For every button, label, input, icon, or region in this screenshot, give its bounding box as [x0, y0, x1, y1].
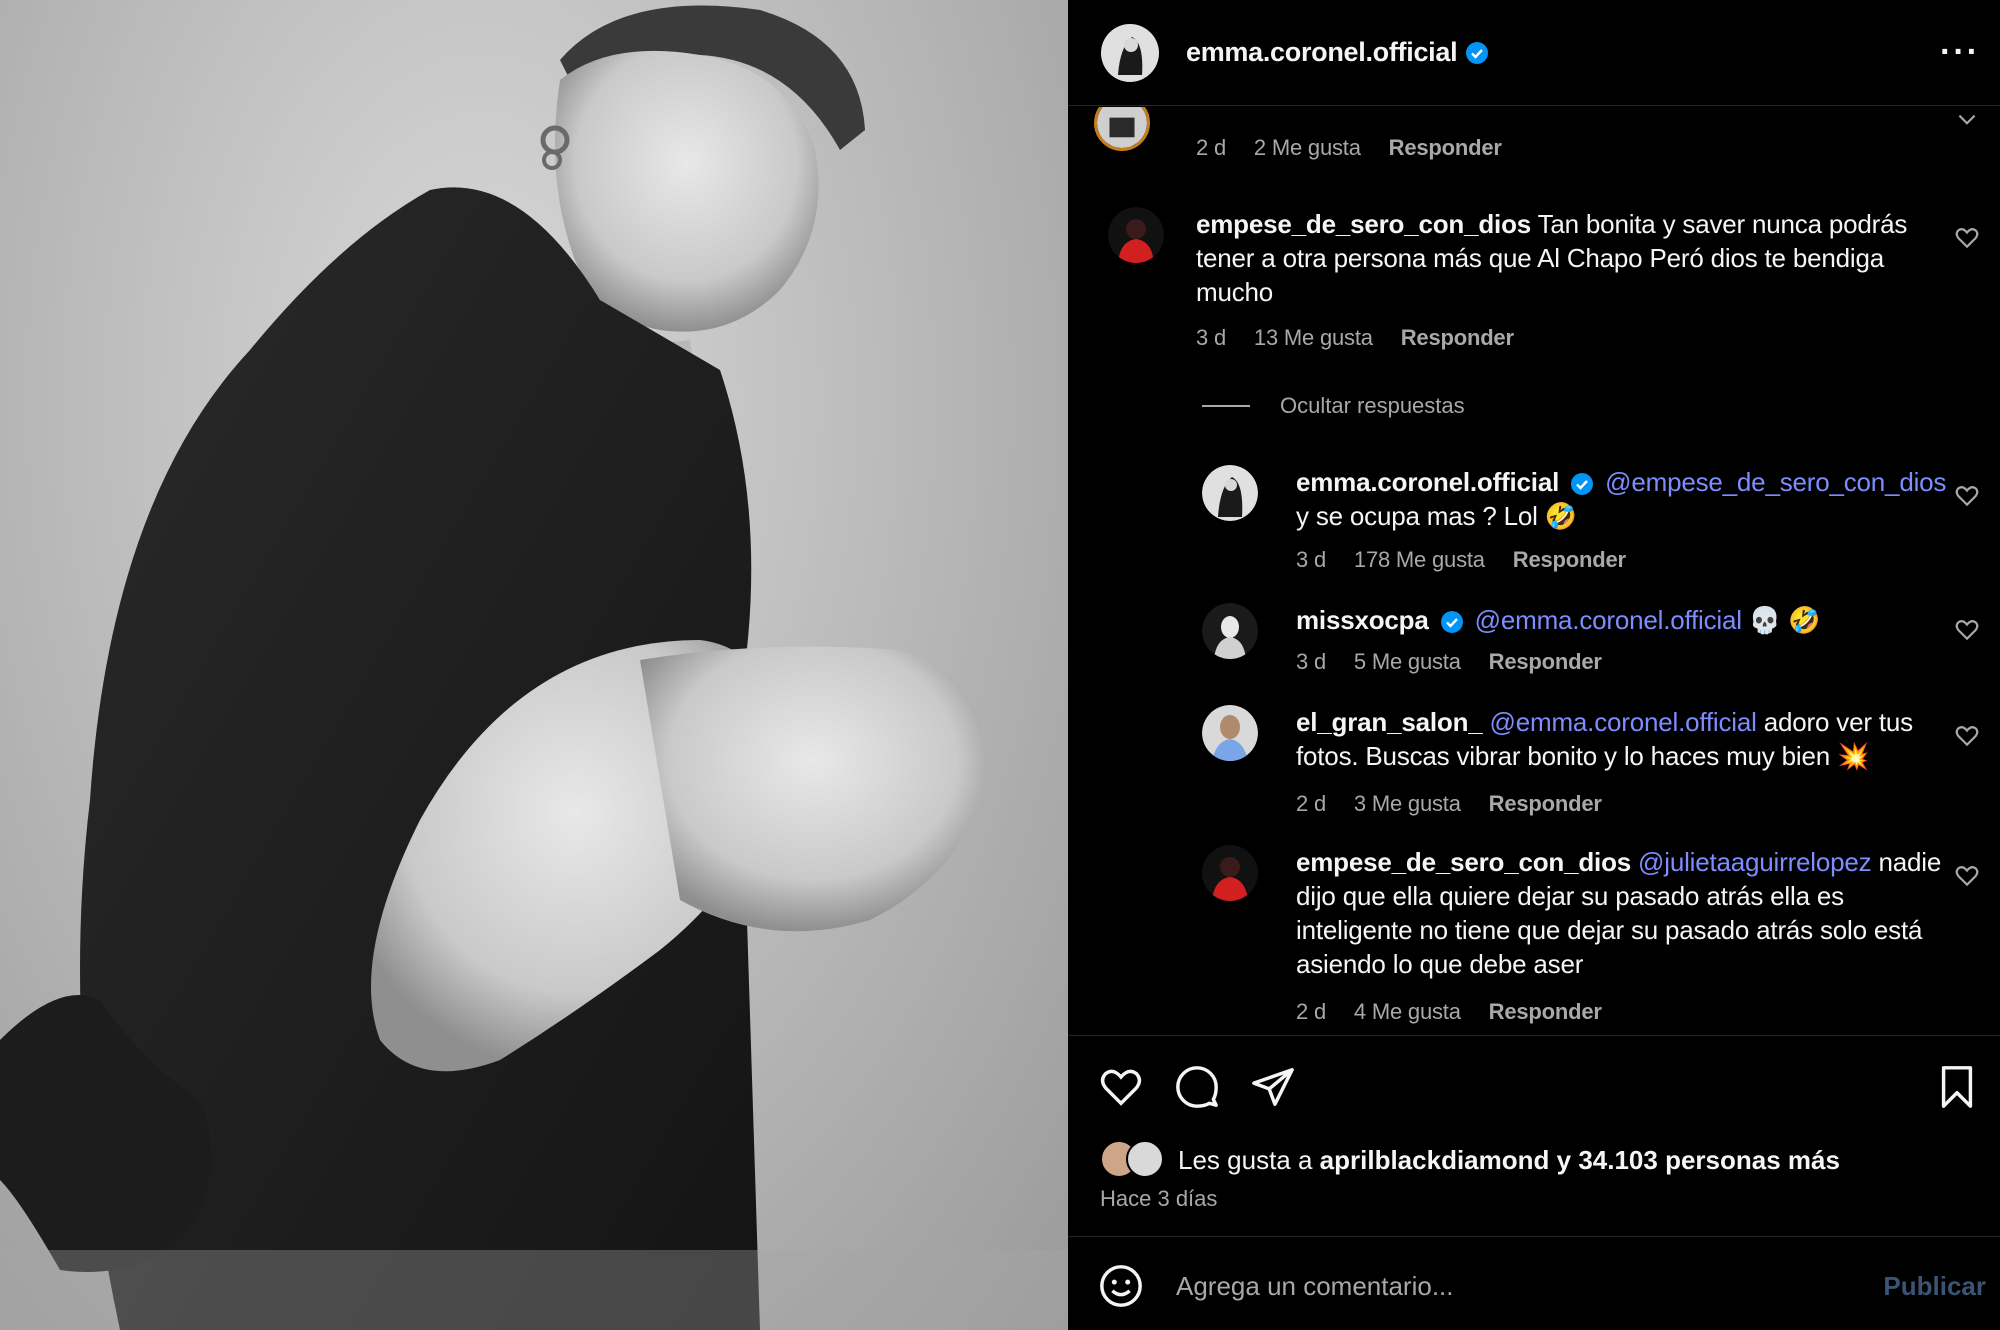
heart-icon[interactable] — [1954, 863, 1980, 889]
reply-age: 3 d — [1296, 547, 1326, 572]
comment-likes[interactable]: 13 Me gusta — [1254, 325, 1373, 350]
comment-composer: Publicar — [1068, 1236, 2000, 1330]
avatar[interactable] — [1094, 107, 1150, 151]
comment-meta: 2 d 2 Me gusta Responder — [1196, 135, 1524, 161]
reply-text: y se ocupa mas ? Lol 🤣 — [1296, 501, 1577, 531]
heart-icon[interactable] — [1954, 225, 1980, 251]
heart-icon[interactable] — [1954, 617, 1980, 643]
hide-replies-button[interactable]: Ocultar respuestas — [1202, 393, 1465, 419]
publish-button[interactable]: Publicar — [1883, 1271, 1986, 1302]
hide-replies-label: Ocultar respuestas — [1280, 393, 1465, 418]
post-username[interactable]: emma.coronel.official — [1186, 37, 1458, 68]
verified-badge-icon — [1571, 473, 1594, 496]
comment-meta: 3 d 13 Me gusta Responder — [1196, 325, 1536, 351]
mention-link[interactable]: @emma.coronel.official — [1475, 605, 1742, 635]
reply-username[interactable]: el_gran_salon_ — [1296, 707, 1483, 737]
reply-likes[interactable]: 5 Me gusta — [1354, 649, 1461, 674]
post-panel: emma.coronel.official ··· 2 d 2 Me gusta… — [1068, 0, 2000, 1330]
share-icon[interactable] — [1250, 1064, 1296, 1110]
chevron-down-icon[interactable] — [1954, 107, 1980, 133]
avatar[interactable] — [1202, 465, 1258, 521]
mention-link[interactable]: @julietaaguirrelopez — [1638, 847, 1872, 877]
emoji-icon[interactable] — [1098, 1263, 1144, 1309]
comments-list[interactable]: 2 d 2 Me gusta Responder empese_de_sero_… — [1068, 107, 2000, 1035]
reply-age: 2 d — [1296, 999, 1326, 1024]
bookmark-icon[interactable] — [1934, 1064, 1980, 1110]
comment-icon[interactable] — [1174, 1064, 1220, 1110]
post-time: Hace 3 días — [1100, 1186, 1218, 1211]
likes-summary[interactable]: Les gusta a aprilblackdiamond y 34.103 p… — [1100, 1140, 1840, 1180]
comment-age: 2 d — [1196, 135, 1226, 160]
reply-button[interactable]: Responder — [1489, 999, 1602, 1024]
avatar[interactable] — [1202, 603, 1258, 659]
reply-likes[interactable]: 178 Me gusta — [1354, 547, 1485, 572]
divider — [1202, 405, 1250, 407]
post-header: emma.coronel.official ··· — [1068, 0, 2000, 106]
reply-age: 2 d — [1296, 791, 1326, 816]
comment-likes[interactable]: 2 Me gusta — [1254, 135, 1361, 160]
reply-body: emma.coronel.official @empese_de_sero_co… — [1296, 465, 1956, 533]
heart-icon[interactable] — [1098, 1064, 1144, 1110]
avatar[interactable] — [1202, 705, 1258, 761]
avatar — [1126, 1140, 1164, 1178]
reply-body: empese_de_sero_con_dios @julietaaguirrel… — [1296, 845, 1956, 981]
reply-button[interactable]: Responder — [1513, 547, 1626, 572]
comment-body: empese_de_sero_con_dios Tan bonita y sav… — [1196, 207, 1936, 309]
reply-body: missxocpa @emma.coronel.official 💀 🤣 — [1296, 603, 1956, 637]
reply-username[interactable]: missxocpa — [1296, 605, 1429, 635]
avatar[interactable] — [1202, 845, 1258, 901]
heart-icon[interactable] — [1954, 723, 1980, 749]
reply-button[interactable]: Responder — [1389, 135, 1502, 160]
more-options-icon[interactable]: ··· — [1940, 32, 1980, 72]
reply-button[interactable]: Responder — [1489, 649, 1602, 674]
avatar[interactable] — [1108, 207, 1164, 263]
verified-badge-icon — [1466, 41, 1489, 64]
mention-link[interactable]: @emma.coronel.official — [1490, 707, 1757, 737]
reply-meta: 3 d 178 Me gusta Responder — [1296, 547, 1648, 573]
likes-prefix: Les gusta a — [1178, 1144, 1313, 1175]
reply-button[interactable]: Responder — [1401, 325, 1514, 350]
avatar[interactable] — [1100, 23, 1160, 83]
heart-icon[interactable] — [1954, 483, 1980, 509]
comment-input[interactable] — [1176, 1263, 1796, 1309]
reply-text: 💀 🤣 — [1748, 605, 1821, 635]
reply-body: el_gran_salon_ @emma.coronel.official ad… — [1296, 705, 1956, 773]
reply-age: 3 d — [1296, 649, 1326, 674]
liker-avatars — [1100, 1140, 1170, 1180]
reply-meta: 2 d 4 Me gusta Responder — [1296, 999, 1624, 1025]
verified-badge-icon — [1440, 611, 1463, 634]
reply-username[interactable]: emma.coronel.official — [1296, 467, 1559, 497]
reply-meta: 2 d 3 Me gusta Responder — [1296, 791, 1624, 817]
mention-link[interactable]: @empese_de_sero_con_dios — [1605, 467, 1946, 497]
reply-button[interactable]: Responder — [1489, 791, 1602, 816]
post-photo — [0, 0, 1068, 1330]
reply-meta: 3 d 5 Me gusta Responder — [1296, 649, 1624, 675]
reply-likes[interactable]: 3 Me gusta — [1354, 791, 1461, 816]
liker-username[interactable]: aprilblackdiamond — [1320, 1145, 1550, 1176]
reply-username[interactable]: empese_de_sero_con_dios — [1296, 847, 1631, 877]
likes-count[interactable]: y 34.103 personas más — [1557, 1145, 1840, 1176]
reply-likes[interactable]: 4 Me gusta — [1354, 999, 1461, 1024]
comment-username[interactable]: empese_de_sero_con_dios — [1196, 209, 1531, 239]
post-photo-illustration — [0, 5, 1068, 1330]
comment-age: 3 d — [1196, 325, 1226, 350]
